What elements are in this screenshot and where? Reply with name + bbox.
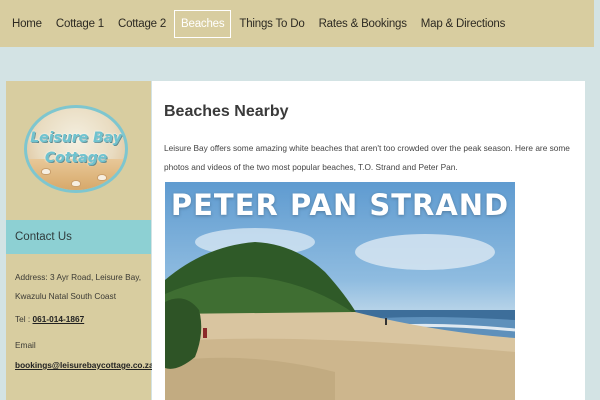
address-line-2: Kwazulu Natal South Coast [15, 291, 117, 301]
nav-item-rates-bookings[interactable]: Rates & Bookings [313, 10, 413, 38]
main-content: Beaches Nearby Leisure Bay offers some a… [152, 81, 585, 400]
nav-item-cottage-2[interactable]: Cottage 2 [112, 10, 172, 38]
photo-caption: PETER PAN STRAND [170, 188, 510, 222]
logo-text-line1: Leisure Bay [30, 130, 122, 146]
shell-icon [97, 174, 107, 181]
shell-icon [71, 180, 81, 187]
nav-item-beaches[interactable]: Beaches [174, 9, 232, 38]
email-label: Email [15, 340, 36, 350]
tel-link[interactable]: 061-014-1867 [33, 314, 85, 324]
contact-heading: Contact Us [6, 220, 151, 254]
intro-paragraph: Leisure Bay offers some amazing white be… [164, 143, 570, 172]
email-link[interactable]: bookings@leisurebaycottage.co.za [15, 357, 154, 373]
telephone: Tel : 061-014-1867 [15, 311, 84, 327]
site-logo[interactable]: Leisure Bay Cottage [24, 105, 128, 193]
nav-item-things-to-do[interactable]: Things To Do [233, 10, 310, 38]
nav-item-map-directions[interactable]: Map & Directions [415, 10, 511, 38]
page-title: Beaches Nearby [164, 103, 289, 120]
sidebar: Leisure Bay Cottage Contact Us Address: … [6, 81, 154, 400]
tel-label: Tel : [15, 314, 33, 324]
logo-text-line2: Cottage [44, 150, 108, 166]
shell-icon [41, 168, 51, 175]
address-line-1: Address: 3 Ayr Road, Leisure Bay, [15, 272, 142, 282]
nav-item-cottage-1[interactable]: Cottage 1 [50, 10, 110, 38]
top-navigation: Home Cottage 1 Cottage 2 Beaches Things … [0, 0, 594, 47]
beach-photo: PETER PAN STRAND [165, 182, 515, 400]
nav-item-home[interactable]: Home [6, 10, 48, 38]
